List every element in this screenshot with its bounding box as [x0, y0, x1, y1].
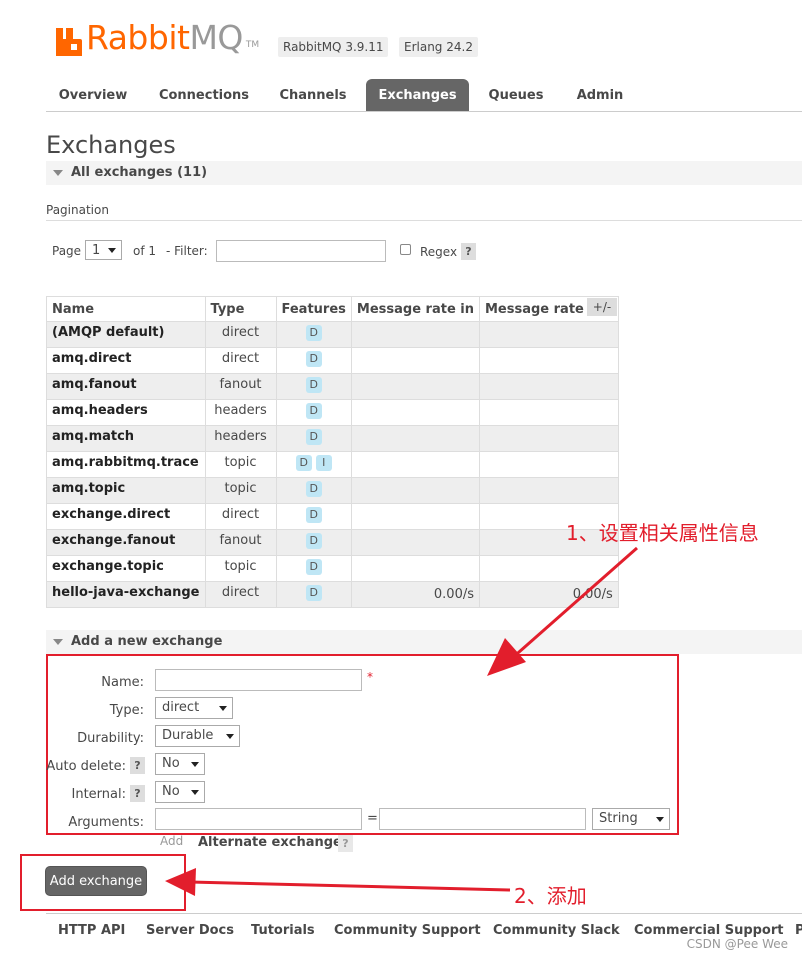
footer-more[interactable]: P	[795, 923, 802, 938]
footer-community-slack[interactable]: Community Slack	[493, 923, 620, 938]
annotation-arrow-2	[165, 868, 511, 896]
footer-tutorials[interactable]: Tutorials	[251, 923, 315, 938]
annotation-arrow-1	[487, 546, 638, 676]
footer-http-api[interactable]: HTTP API	[58, 923, 125, 938]
footer-community-support[interactable]: Community Support	[334, 923, 481, 938]
footer-commercial-support[interactable]: Commercial Support	[634, 923, 784, 938]
watermark: CSDN @Pee Wee	[686, 937, 788, 951]
footer-server-docs[interactable]: Server Docs	[146, 923, 234, 938]
annotation-arrows	[165, 546, 638, 896]
